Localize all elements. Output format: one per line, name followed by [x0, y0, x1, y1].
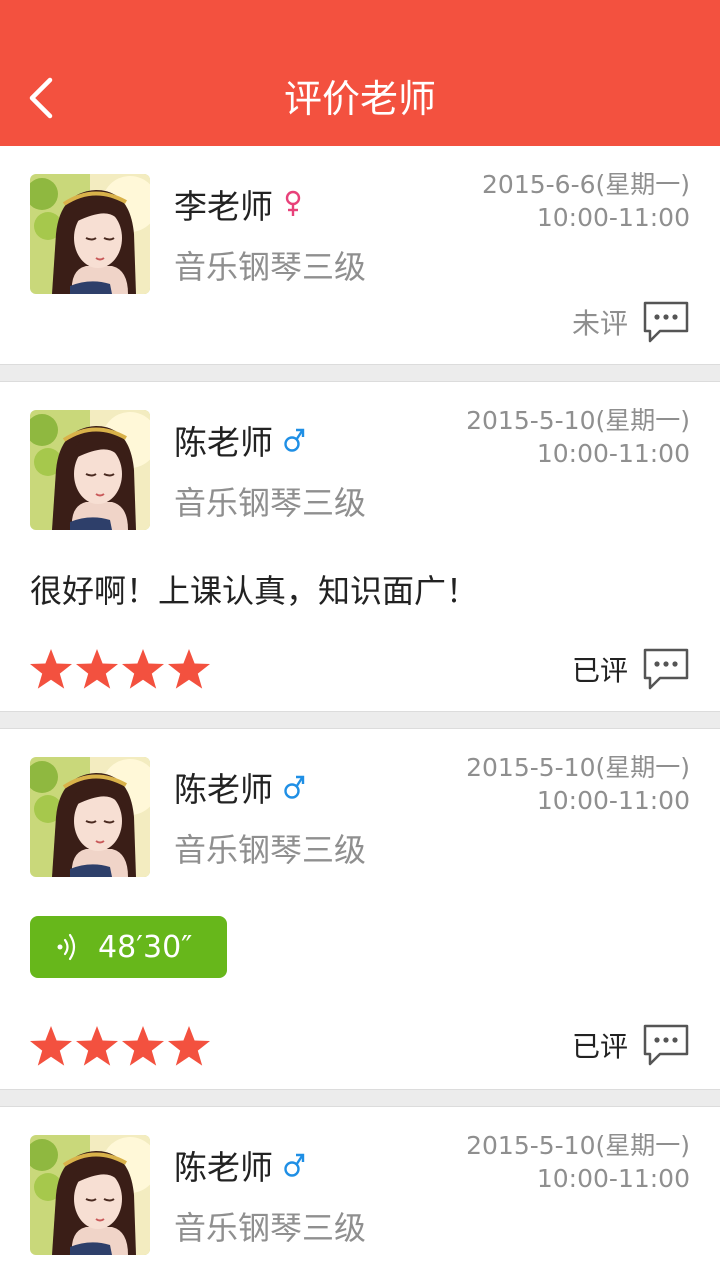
- course-name: 音乐钢琴三级: [174, 831, 367, 869]
- evaluate-button[interactable]: 未评: [572, 300, 690, 344]
- star-icon: [28, 1023, 74, 1069]
- evaluation-card[interactable]: 李老师 音乐钢琴三级 2015-6-6(星期一) 10:00-11:00 未评: [0, 146, 720, 365]
- comment-icon: [642, 1023, 690, 1067]
- star-rating: [28, 646, 212, 692]
- course-name: 音乐钢琴三级: [174, 484, 367, 522]
- lesson-time: 10:00-11:00: [536, 439, 690, 468]
- lesson-datetime: 2015-5-10(星期一) 10:00-11:00: [466, 751, 690, 817]
- lesson-date: 2015-5-10(星期一): [466, 406, 690, 435]
- teacher-name: 陈老师: [174, 770, 273, 809]
- lesson-datetime: 2015-5-10(星期一) 10:00-11:00: [466, 404, 690, 470]
- lesson-time: 10:00-11:00: [536, 1164, 690, 1193]
- avatar: [30, 1135, 150, 1255]
- teacher-name: 陈老师: [174, 1148, 273, 1187]
- evaluation-card[interactable]: 陈老师 音乐钢琴三级 2015-5-10(星期一) 10:00-11:00 48…: [0, 728, 720, 1090]
- teacher-name: 陈老师: [174, 423, 273, 462]
- comment-icon: [642, 647, 690, 691]
- star-icon: [166, 646, 212, 692]
- avatar: [30, 757, 150, 877]
- star-icon: [74, 1023, 120, 1069]
- evaluation-card[interactable]: 陈老师 音乐钢琴三级 2015-5-10(星期一) 10:00-11:00: [0, 1106, 720, 1281]
- star-icon: [74, 646, 120, 692]
- lesson-date: 2015-5-10(星期一): [466, 753, 690, 782]
- course-name: 音乐钢琴三级: [174, 1209, 367, 1247]
- evaluation-comment: 很好啊！上课认真，知识面广！: [30, 572, 479, 610]
- lesson-date: 2015-6-6(星期一): [482, 170, 690, 199]
- female-icon: [283, 190, 303, 218]
- evaluate-button[interactable]: 已评: [572, 647, 690, 691]
- star-icon: [166, 1023, 212, 1069]
- evaluation-card[interactable]: 陈老师 音乐钢琴三级 2015-5-10(星期一) 10:00-11:00 很好…: [0, 381, 720, 712]
- teacher-name: 李老师: [174, 187, 273, 226]
- star-rating: [28, 1023, 212, 1069]
- app-header: 评价老师: [0, 0, 720, 146]
- comment-icon: [642, 300, 690, 344]
- sound-wave-icon: [57, 933, 76, 961]
- avatar: [30, 174, 150, 294]
- lesson-datetime: 2015-6-6(星期一) 10:00-11:00: [482, 168, 690, 234]
- evaluate-button[interactable]: 已评: [572, 1023, 690, 1067]
- star-icon: [120, 1023, 166, 1069]
- star-icon: [28, 646, 74, 692]
- male-icon: [283, 773, 305, 801]
- evaluation-status: 已评: [571, 1030, 628, 1063]
- evaluation-status: 未评: [571, 307, 628, 340]
- page-title: 评价老师: [283, 77, 436, 121]
- lesson-datetime: 2015-5-10(星期一) 10:00-11:00: [466, 1129, 690, 1195]
- avatar: [30, 410, 150, 530]
- voice-message-button[interactable]: 48′30″: [30, 916, 227, 978]
- male-icon: [283, 1151, 305, 1179]
- lesson-time: 10:00-11:00: [536, 203, 690, 232]
- course-name: 音乐钢琴三级: [174, 248, 367, 286]
- voice-duration: 48′30″: [98, 929, 193, 965]
- evaluation-status: 已评: [571, 654, 628, 687]
- male-icon: [283, 426, 305, 454]
- lesson-time: 10:00-11:00: [536, 786, 690, 815]
- star-icon: [120, 646, 166, 692]
- lesson-date: 2015-5-10(星期一): [466, 1131, 690, 1160]
